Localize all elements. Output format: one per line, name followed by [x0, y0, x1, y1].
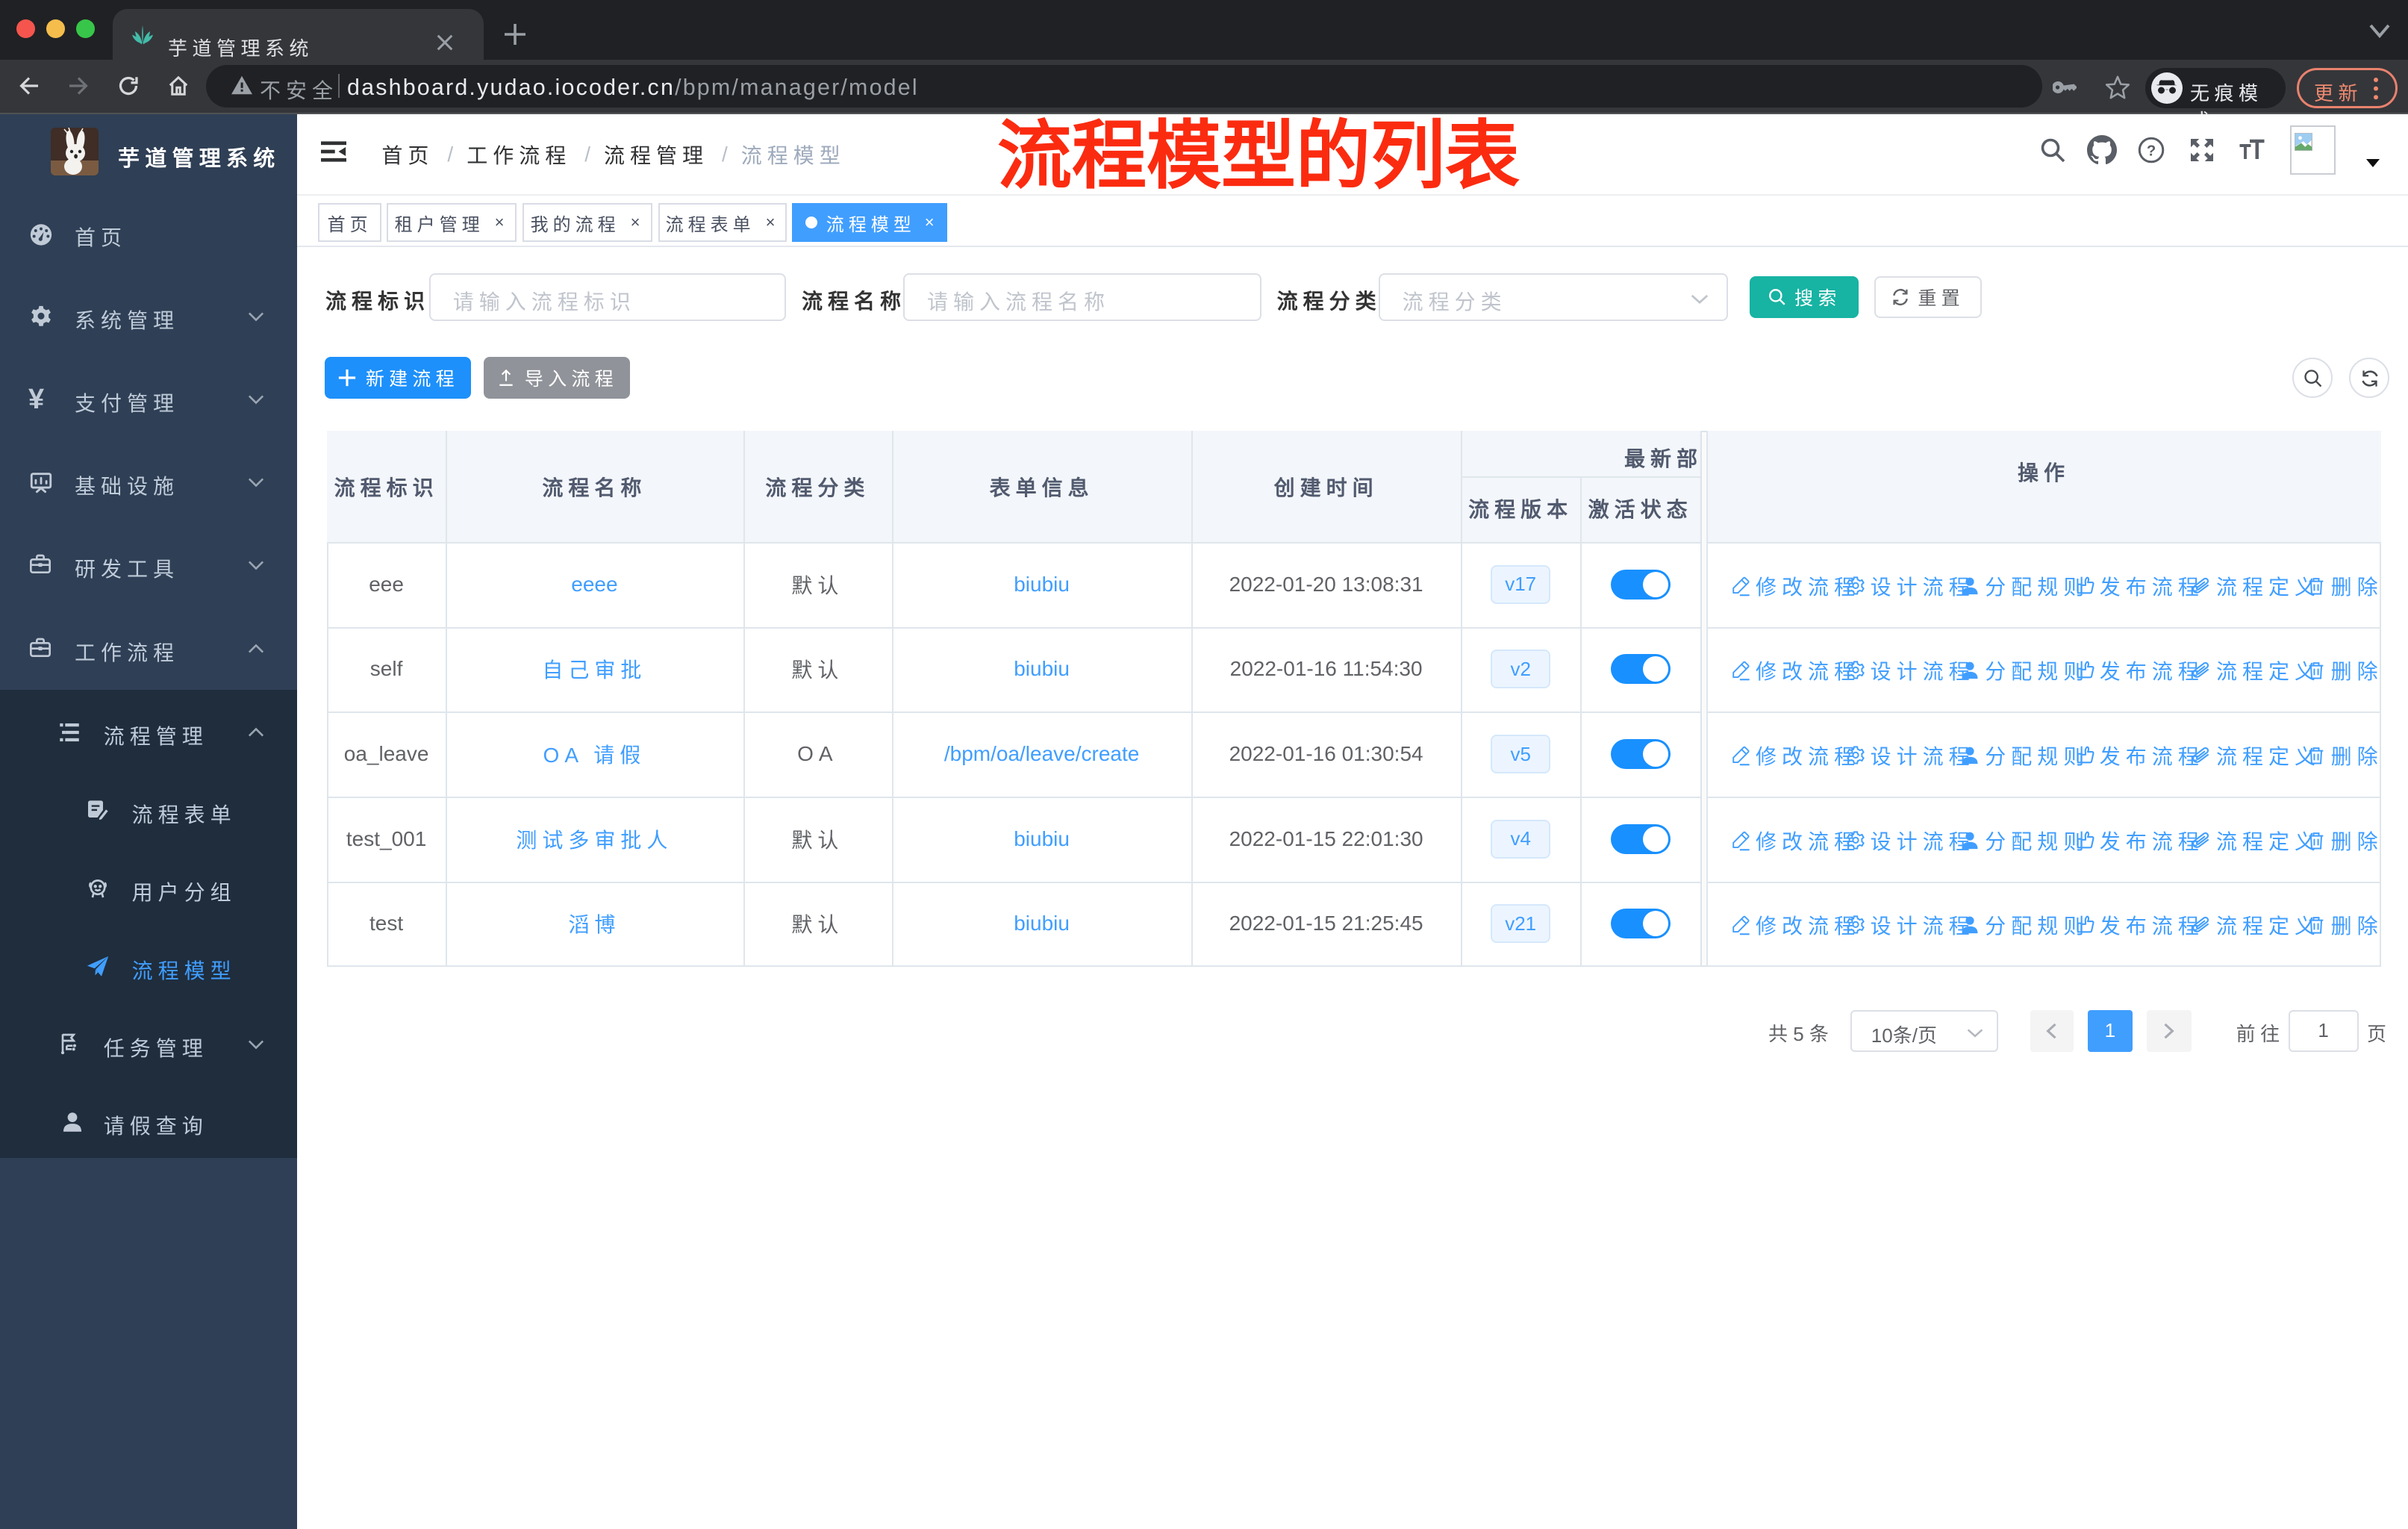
svg-text:?: ?	[2147, 143, 2156, 160]
